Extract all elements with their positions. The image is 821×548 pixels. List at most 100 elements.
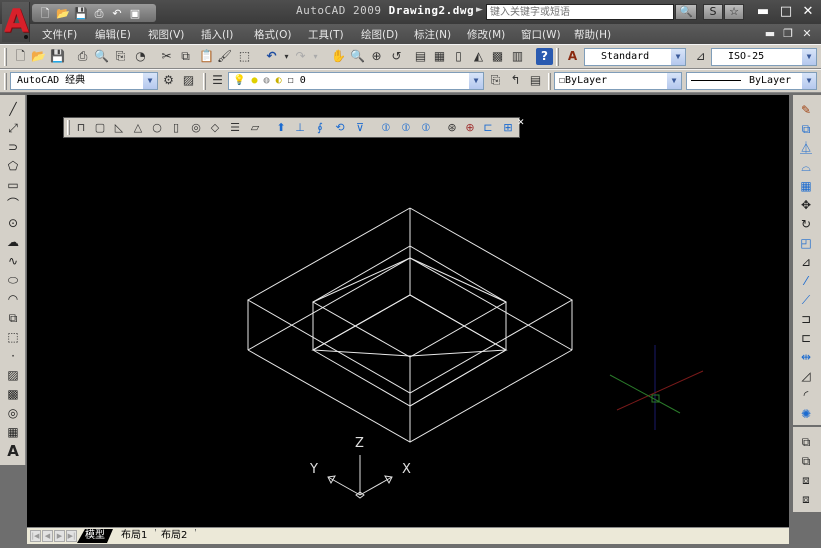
doc-restore-button[interactable]: ❐	[780, 26, 796, 42]
publish-icon[interactable]: ▣	[128, 7, 142, 20]
insert-block-icon[interactable]: ⧉	[4, 309, 22, 327]
wedge-icon[interactable]: ◺	[111, 120, 127, 136]
drawing-canvas[interactable]: Z X Y	[27, 95, 789, 527]
text-style-select[interactable]: Standard ▼	[584, 48, 686, 66]
layer-states-icon[interactable]: ▤	[527, 72, 544, 89]
table-icon[interactable]: ▦	[4, 423, 22, 441]
union-icon[interactable]: ⦶	[378, 120, 394, 136]
zoom-realtime-icon[interactable]: 🔍	[349, 48, 366, 65]
open-icon[interactable]: 📂	[30, 48, 47, 65]
bring-to-front-icon[interactable]: ⧉	[797, 433, 815, 451]
paste-icon[interactable]: 📋	[198, 48, 215, 65]
gradient-icon[interactable]: ▩	[4, 385, 22, 403]
send-to-back-icon[interactable]: ⧉	[797, 452, 815, 470]
section-plane-icon[interactable]: ⊏	[480, 120, 496, 136]
extrude-icon[interactable]: ⬆	[273, 120, 289, 136]
menu-help[interactable]: 帮助(H)	[574, 27, 611, 42]
region-icon[interactable]: ◎	[4, 404, 22, 422]
chevron-down-icon[interactable]: ▼	[802, 49, 816, 65]
open-icon[interactable]: 📂	[56, 7, 70, 20]
linetype-control-select[interactable]: ByLayer ▼	[686, 72, 817, 90]
ellipse-icon[interactable]: ⬭	[4, 271, 22, 289]
tool-palettes-icon[interactable]: ▯	[450, 48, 467, 65]
polyline-icon[interactable]: ⊃	[4, 138, 22, 156]
chevron-down-icon[interactable]: ▼	[469, 73, 483, 89]
spline-icon[interactable]: ∿	[4, 252, 22, 270]
explode-icon[interactable]: ✺	[797, 405, 815, 423]
chevron-down-icon[interactable]: ▼	[667, 73, 681, 89]
plot-icon[interactable]: ⎙	[74, 48, 91, 65]
infocenter-search-input[interactable]	[486, 4, 674, 20]
close-button[interactable]: ✕	[799, 4, 817, 20]
color-control-select[interactable]: ☐ByLayer ▼	[554, 72, 682, 90]
design-center-icon[interactable]: ▦	[431, 48, 448, 65]
break-at-point-icon[interactable]: ⊐	[797, 310, 815, 328]
stretch-icon[interactable]: ⊿	[797, 253, 815, 271]
line-icon[interactable]: ╱	[4, 100, 22, 118]
cut-icon[interactable]: ✂	[158, 48, 175, 65]
menu-view[interactable]: 视图(V)	[148, 27, 184, 42]
doc-close-button[interactable]: ✕	[799, 26, 815, 42]
torus-icon[interactable]: ◎	[188, 120, 204, 136]
pyramid-icon[interactable]: ◇	[207, 120, 223, 136]
subtract-icon[interactable]: ⦶	[398, 120, 414, 136]
minimize-button[interactable]: ▬	[754, 4, 772, 20]
layer-previous-icon[interactable]: ↰	[507, 72, 524, 89]
block-editor-icon[interactable]: ⬚	[236, 48, 253, 65]
undo-icon[interactable]: ↶	[110, 7, 124, 20]
revolve-icon[interactable]: ⟲	[332, 120, 348, 136]
toolbar-grip[interactable]	[556, 48, 559, 66]
planar-surface-icon[interactable]: ▱	[247, 120, 263, 136]
arc-icon[interactable]: ⌒	[4, 195, 22, 213]
favorites-button[interactable]: ☆	[724, 4, 744, 20]
array-icon[interactable]: ▦	[797, 177, 815, 195]
workspace-settings-icon[interactable]: ⚙	[160, 72, 177, 89]
sheet-set-icon[interactable]: ◭	[470, 48, 487, 65]
help-icon[interactable]: ?	[536, 48, 553, 65]
cylinder-icon[interactable]: ▯	[168, 120, 184, 136]
prev-tab-icon[interactable]: ◀	[42, 530, 53, 542]
circle-icon[interactable]: ⊙	[4, 214, 22, 232]
chevron-down-icon[interactable]: ▼	[143, 73, 157, 89]
menu-modify[interactable]: 修改(M)	[467, 27, 505, 42]
polysolid-icon[interactable]: ⊓	[73, 120, 89, 136]
maximize-button[interactable]: □	[777, 4, 795, 20]
markup-icon[interactable]: ▩	[489, 48, 506, 65]
intersect-icon[interactable]: ⦶	[418, 120, 434, 136]
send-under-icon[interactable]: ⧈	[797, 490, 815, 508]
box-icon[interactable]: ▢	[92, 120, 108, 136]
extend-icon[interactable]: ⟋	[797, 291, 815, 309]
tab-model[interactable]: 模型	[77, 529, 113, 543]
save-icon[interactable]: 💾	[74, 7, 88, 20]
loft-icon[interactable]: ⊽	[352, 120, 368, 136]
point-icon[interactable]: ·	[4, 347, 22, 365]
pan-icon[interactable]: ✋	[330, 48, 347, 65]
print-icon[interactable]: ⎙	[92, 7, 106, 20]
match-properties-icon[interactable]: 🖌	[216, 48, 233, 65]
menu-file[interactable]: 文件(F)	[42, 27, 77, 42]
properties-icon[interactable]: ▤	[412, 48, 429, 65]
break-icon[interactable]: ⊏	[797, 329, 815, 347]
application-menu-button[interactable]: A	[2, 2, 30, 42]
menu-edit[interactable]: 编辑(E)	[95, 27, 131, 42]
sphere-icon[interactable]: ○	[149, 120, 165, 136]
toolbar-grip[interactable]	[4, 73, 7, 90]
my-workspace-icon[interactable]: ▨	[180, 72, 197, 89]
toolbar-grip[interactable]	[4, 48, 7, 66]
3d-print-icon[interactable]: ◔	[132, 48, 149, 65]
erase-icon[interactable]: ✎	[797, 101, 815, 119]
helix-icon[interactable]: ☰	[227, 120, 243, 136]
trim-icon[interactable]: ⁄	[797, 272, 815, 290]
zoom-previous-icon[interactable]: ↺	[388, 48, 405, 65]
chamfer-icon[interactable]: ◿	[797, 367, 815, 385]
3d-array-icon[interactable]: ⊞	[500, 120, 516, 136]
chevron-down-icon[interactable]: ▼	[802, 73, 816, 89]
tab-layout1[interactable]: 布局1	[113, 529, 156, 543]
workspace-select[interactable]: AutoCAD 经典 ▼	[10, 72, 158, 90]
construction-line-icon[interactable]: ⤢	[4, 119, 22, 137]
layer-select[interactable]: 💡 ● ◍ ◐ ☐ 0 ▼	[228, 72, 484, 90]
join-icon[interactable]: ⇹	[797, 348, 815, 366]
hatch-icon[interactable]: ▨	[4, 366, 22, 384]
first-tab-icon[interactable]: |◀	[30, 530, 41, 542]
last-tab-icon[interactable]: ▶|	[66, 530, 77, 542]
